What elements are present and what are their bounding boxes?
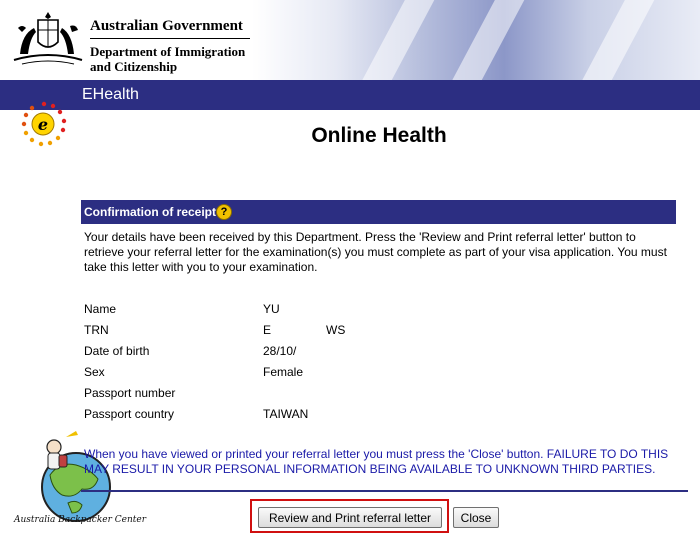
applicant-details: Name YU TRN E WS Date of birth 28/10/ Se… (84, 302, 484, 428)
detail-value: TAIWAN (263, 407, 309, 421)
coat-of-arms-icon (13, 12, 83, 65)
department-line: and Citizenship (90, 59, 178, 74)
detail-row-name: Name YU (84, 302, 484, 323)
confirmation-message: Your details have been received by this … (84, 230, 667, 274)
header-divider (90, 38, 250, 39)
detail-value: YU (263, 302, 280, 316)
detail-row-passport-number: Passport number (84, 386, 484, 407)
detail-label: Date of birth (84, 344, 150, 358)
detail-value: E (263, 323, 272, 337)
help-icon[interactable]: ? (216, 204, 232, 220)
government-header: Australian Government Department of Immi… (0, 0, 700, 80)
app-navbar: EHealth (0, 80, 700, 110)
detail-row-dob: Date of birth 28/10/ (84, 344, 484, 365)
detail-label: Passport number (84, 386, 176, 400)
page-title: Online Health (311, 124, 447, 147)
department-name: Department of Immigration and Citizenshi… (90, 44, 270, 74)
detail-row-sex: Sex Female (84, 365, 484, 386)
header-decoration (343, 0, 443, 80)
detail-label: Sex (84, 365, 105, 379)
detail-value-extra: WS (326, 323, 346, 337)
detail-value: 28/10/ (263, 344, 297, 358)
section-title: Confirmation of receipt (84, 205, 217, 219)
section-header: Confirmation of receipt ? (81, 200, 676, 224)
department-line: Department of Immigration (90, 44, 246, 59)
header-decoration (563, 0, 663, 80)
header-decoration (433, 0, 533, 80)
close-button[interactable]: Close (453, 507, 499, 528)
government-title: Australian Government (90, 18, 243, 34)
app-name: EHealth (82, 86, 139, 103)
detail-row-trn: TRN E WS (84, 323, 484, 344)
backpacker-center-label: Australia Backpacker Center (14, 515, 147, 525)
close-warning: When you have viewed or printed your ref… (84, 447, 669, 476)
detail-label: Name (84, 302, 117, 316)
review-print-button[interactable]: Review and Print referral letter (258, 507, 442, 528)
detail-label: Passport country (84, 407, 175, 421)
footer-divider (81, 490, 688, 492)
detail-label: TRN (84, 323, 109, 337)
detail-value: Female (263, 365, 304, 379)
